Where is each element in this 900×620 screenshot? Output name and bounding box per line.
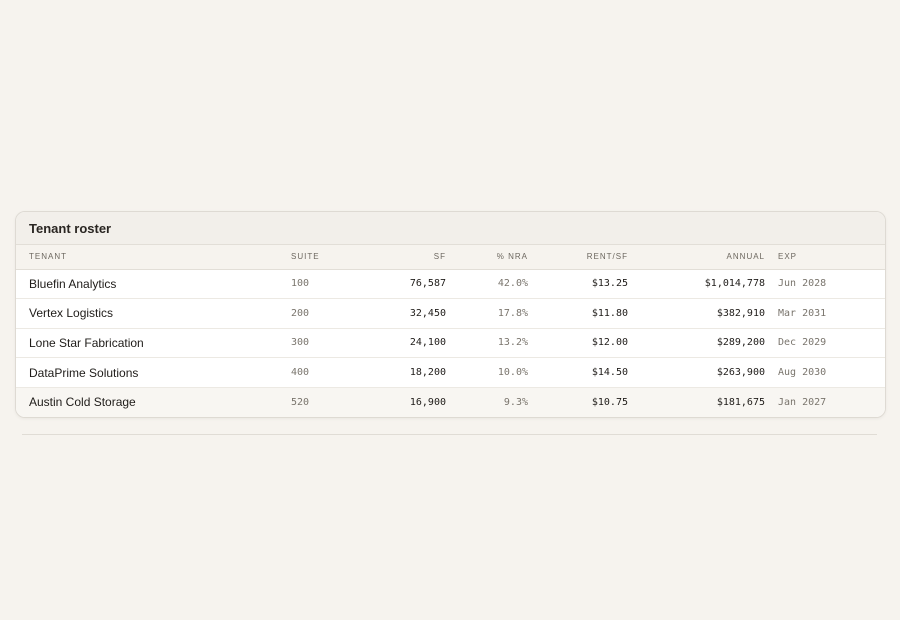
table-row[interactable]: Vertex Logistics 200 32,450 17.8% $11.80… — [16, 298, 885, 329]
tenant-table: TENANT SUITE SF % NRA RENT/SF ANNUAL EXP… — [16, 245, 885, 417]
suite-cell: 300 — [291, 328, 346, 359]
column-header-suite[interactable]: SUITE — [291, 245, 346, 270]
sf-cell: 32,450 — [346, 298, 446, 329]
suite-cell: 200 — [291, 298, 346, 329]
sf-cell: 18,200 — [346, 357, 446, 388]
annual-cell: $382,910 — [628, 298, 765, 329]
rent-cell: $10.75 — [591, 396, 628, 408]
nra-cell: 9.3% — [503, 396, 528, 408]
suite-cell: 400 — [291, 357, 346, 388]
column-header-sf[interactable]: SF — [346, 245, 446, 270]
table-header-row: TENANT SUITE SF % NRA RENT/SF ANNUAL EXP — [16, 245, 885, 270]
sf-cell: 16,900 — [409, 396, 446, 408]
rent-cell: $12.00 — [528, 328, 628, 359]
column-header-rent[interactable]: RENT/SF — [528, 245, 628, 270]
nra-cell: 13.2% — [446, 328, 528, 359]
exp-cell: Jan 2027 — [778, 396, 827, 408]
suite-cell: 520 — [291, 396, 310, 408]
table-row[interactable]: Bluefin Analytics 100 76,587 42.0% $13.2… — [16, 269, 885, 300]
annual-cell: $289,200 — [628, 328, 765, 359]
annual-cell: $263,900 — [628, 357, 765, 388]
rent-cell: $11.80 — [528, 298, 628, 329]
table-row[interactable]: Austin Cold Storage 520 16,900 9.3% $10.… — [16, 387, 885, 417]
column-header-annual[interactable]: ANNUAL — [628, 245, 765, 270]
section-divider — [22, 434, 877, 435]
exp-cell: Aug 2030 — [765, 357, 885, 388]
table-row[interactable]: Lone Star Fabrication 300 24,100 13.2% $… — [16, 328, 885, 359]
column-header-tenant[interactable]: TENANT — [16, 245, 291, 270]
tenant-name: Vertex Logistics — [16, 298, 291, 329]
rent-cell: $13.25 — [528, 269, 628, 300]
tenant-name: Austin Cold Storage — [29, 395, 136, 410]
annual-cell: $181,675 — [716, 396, 765, 408]
card-title: Tenant roster — [16, 212, 885, 245]
column-header-exp[interactable]: EXP — [765, 245, 885, 270]
tenant-name: DataPrime Solutions — [16, 357, 291, 388]
nra-cell: 42.0% — [446, 269, 528, 300]
nra-cell: 10.0% — [446, 357, 528, 388]
annual-cell: $1,014,778 — [628, 269, 765, 300]
tenant-name: Bluefin Analytics — [16, 269, 291, 300]
suite-cell: 100 — [291, 269, 346, 300]
sf-cell: 76,587 — [346, 269, 446, 300]
nra-cell: 17.8% — [446, 298, 528, 329]
sf-cell: 24,100 — [346, 328, 446, 359]
exp-cell: Jun 2028 — [765, 269, 885, 300]
tenant-name: Lone Star Fabrication — [16, 328, 291, 359]
tenant-roster-card: Tenant roster TENANT SUITE SF % NRA RENT… — [15, 211, 886, 418]
exp-cell: Mar 2031 — [765, 298, 885, 329]
rent-cell: $14.50 — [528, 357, 628, 388]
column-header-nra[interactable]: % NRA — [446, 245, 528, 270]
table-row[interactable]: DataPrime Solutions 400 18,200 10.0% $14… — [16, 357, 885, 388]
exp-cell: Dec 2029 — [765, 328, 885, 359]
